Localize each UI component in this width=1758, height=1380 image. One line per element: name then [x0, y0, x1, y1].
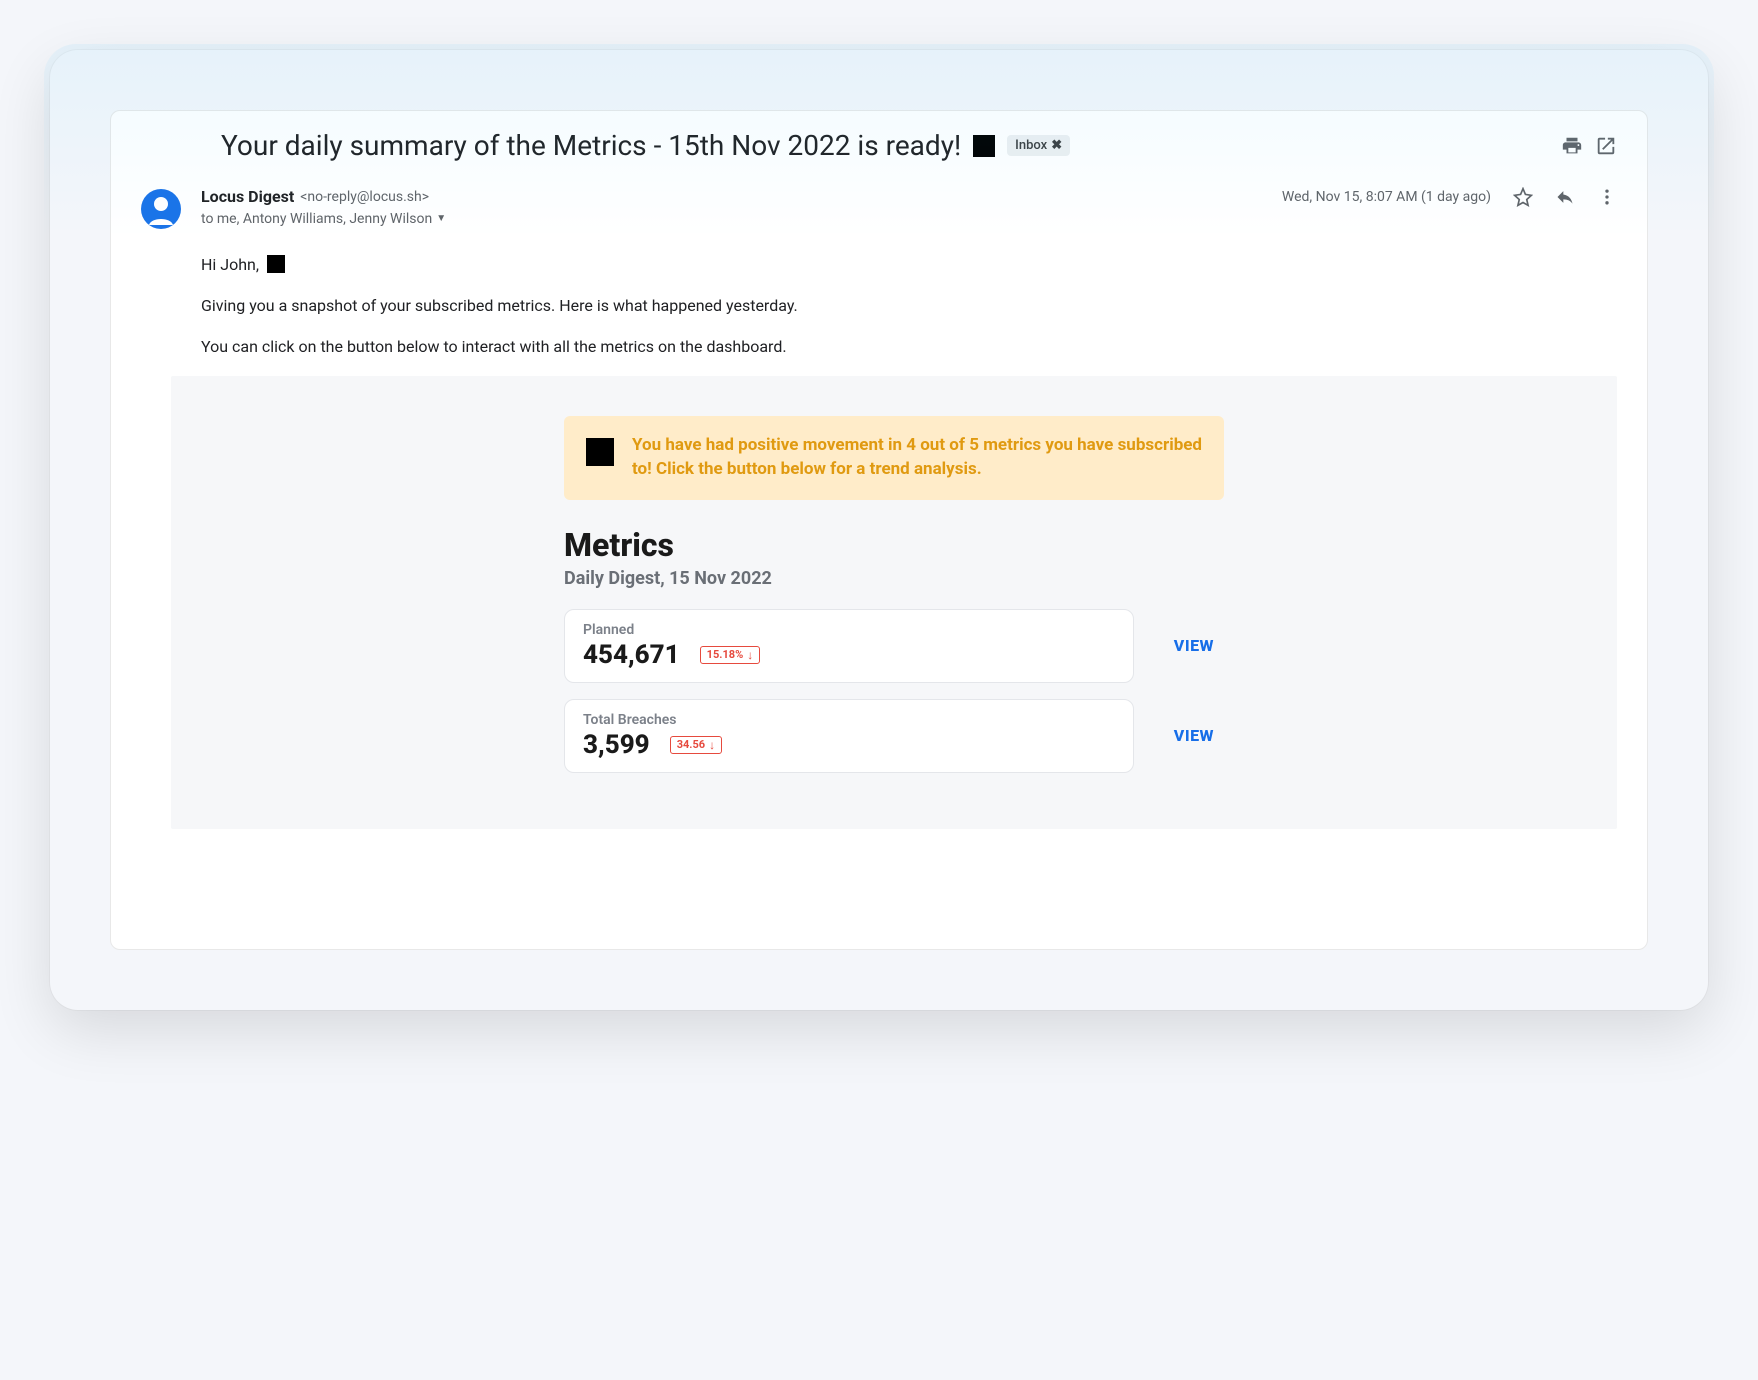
- metric-row: Total Breaches 3,599 34.56 ↓ VIEW: [564, 699, 1224, 773]
- subject-emoji-placeholder: [973, 135, 995, 157]
- body-line-1: Giving you a snapshot of your subscribed…: [201, 294, 1617, 317]
- print-icon[interactable]: [1561, 135, 1583, 157]
- metric-value: 454,671: [583, 640, 680, 670]
- greeting-text: Hi John,: [201, 253, 259, 276]
- sender-avatar-icon: [141, 189, 181, 229]
- reply-icon[interactable]: [1555, 187, 1575, 207]
- positive-movement-callout: You have had positive movement in 4 out …: [564, 416, 1224, 500]
- more-icon[interactable]: [1597, 187, 1617, 207]
- inbox-chip[interactable]: Inbox ✖: [1007, 135, 1070, 156]
- recipients-expand-icon[interactable]: ▼: [436, 213, 446, 224]
- metrics-inner: You have had positive movement in 4 out …: [564, 416, 1224, 829]
- metrics-subtitle: Daily Digest, 15 Nov 2022: [564, 568, 1224, 589]
- body-line-2: You can click on the button below to int…: [201, 335, 1617, 358]
- metric-value: 3,599: [583, 730, 650, 760]
- metric-label: Planned: [583, 622, 1115, 638]
- star-icon[interactable]: [1513, 187, 1533, 207]
- recipients-text: to me, Antony Williams, Jenny Wilson: [201, 211, 432, 227]
- email-card: Your daily summary of the Metrics - 15th…: [110, 110, 1648, 950]
- arrow-down-icon: ↓: [747, 648, 753, 662]
- sender-right: Wed, Nov 15, 8:07 AM (1 day ago): [1282, 187, 1617, 207]
- email-timestamp: Wed, Nov 15, 8:07 AM (1 day ago): [1282, 189, 1491, 205]
- email-subject: Your daily summary of the Metrics - 15th…: [221, 129, 961, 163]
- view-button[interactable]: VIEW: [1174, 726, 1224, 745]
- metric-card-planned: Planned 454,671 15.18% ↓: [564, 609, 1134, 683]
- subject-row: Your daily summary of the Metrics - 15th…: [111, 111, 1647, 177]
- metric-delta-badge: 15.18% ↓: [700, 646, 761, 664]
- view-button[interactable]: VIEW: [1174, 636, 1224, 655]
- greeting-line: Hi John,: [201, 253, 1617, 276]
- bottom-spacer: [111, 829, 1647, 949]
- sender-block: Locus Digest <no-reply@locus.sh> Wed, No…: [111, 177, 1647, 229]
- metric-card-total-breaches: Total Breaches 3,599 34.56 ↓: [564, 699, 1134, 773]
- arrow-down-icon: ↓: [709, 738, 715, 752]
- sender-lines: Locus Digest <no-reply@locus.sh> Wed, No…: [201, 187, 1617, 227]
- open-new-window-icon[interactable]: [1595, 135, 1617, 157]
- callout-icon: [586, 438, 614, 466]
- metric-delta: 15.18%: [707, 648, 744, 661]
- metrics-panel: You have had positive movement in 4 out …: [171, 376, 1617, 829]
- inbox-chip-remove-icon[interactable]: ✖: [1051, 138, 1062, 153]
- sender-top: Locus Digest <no-reply@locus.sh> Wed, No…: [201, 187, 1617, 207]
- metric-delta: 34.56: [677, 738, 705, 751]
- metric-delta-badge: 34.56 ↓: [670, 736, 722, 754]
- sender-address: <no-reply@locus.sh>: [300, 189, 429, 205]
- sender-name: Locus Digest: [201, 187, 294, 206]
- metric-label: Total Breaches: [583, 712, 1115, 728]
- inbox-chip-label: Inbox: [1015, 138, 1047, 153]
- device-frame: Your daily summary of the Metrics - 15th…: [50, 50, 1708, 1010]
- email-body: Hi John, Giving you a snapshot of your s…: [111, 229, 1647, 359]
- metric-value-line: 454,671 15.18% ↓: [583, 640, 1115, 670]
- metric-row: Planned 454,671 15.18% ↓ VIEW: [564, 609, 1224, 683]
- metrics-title: Metrics: [564, 526, 1224, 564]
- greeting-emoji-placeholder: [267, 255, 285, 273]
- metric-value-line: 3,599 34.56 ↓: [583, 730, 1115, 760]
- recipients-line[interactable]: to me, Antony Williams, Jenny Wilson ▼: [201, 211, 1617, 227]
- callout-text: You have had positive movement in 4 out …: [632, 434, 1202, 482]
